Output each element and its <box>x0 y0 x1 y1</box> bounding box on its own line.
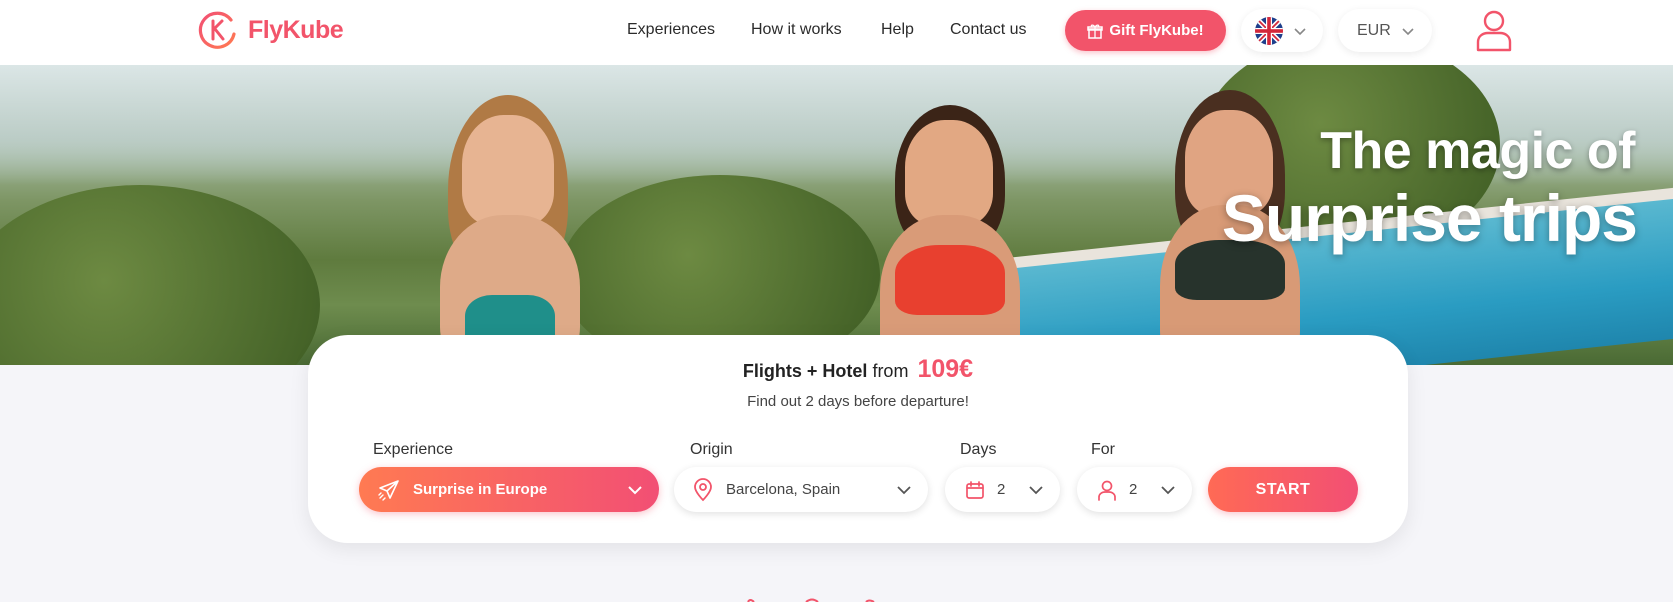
gift-flykube-button[interactable]: Gift FlyKube! <box>1065 10 1226 51</box>
experience-label: Experience <box>373 441 454 458</box>
nav-help[interactable]: Help <box>881 21 914 39</box>
promo-subtitle: Find out 2 days before departure! <box>747 393 969 410</box>
nav-contact-us[interactable]: Contact us <box>950 21 1026 39</box>
next-section-heading-fragment <box>747 598 875 602</box>
uk-flag-icon <box>1255 16 1283 45</box>
chevron-down-icon <box>1402 27 1414 35</box>
days-select[interactable]: 2 <box>945 467 1060 512</box>
promo-price: 109€ <box>917 355 974 383</box>
plane-icon <box>378 479 399 501</box>
travelers-value: 2 <box>1129 481 1138 498</box>
currency-label: EUR <box>1357 21 1391 39</box>
person-icon <box>1098 480 1116 501</box>
start-button[interactable]: START <box>1208 467 1358 512</box>
origin-value: Barcelona, Spain <box>726 481 841 498</box>
gift-icon <box>1087 23 1104 39</box>
origin-select[interactable]: Barcelona, Spain <box>674 467 928 512</box>
for-label: For <box>1091 441 1115 458</box>
nav-experiences[interactable]: Experiences <box>627 21 715 39</box>
flykube-logo-icon <box>198 11 236 49</box>
language-selector[interactable] <box>1241 9 1323 52</box>
origin-label: Origin <box>690 441 733 458</box>
chevron-down-icon <box>1029 486 1043 495</box>
promo-headline: Flights + Hotel from 109€ <box>308 355 1408 384</box>
hero-title-line2: Surprise trips <box>1221 181 1638 255</box>
brand-name: FlyKube <box>248 15 344 44</box>
chevron-down-icon <box>628 486 642 495</box>
hero-banner: The magic of Surprise trips <box>0 65 1673 365</box>
calendar-icon <box>966 480 984 499</box>
flykube-logo[interactable]: FlyKube <box>198 10 344 50</box>
days-label: Days <box>960 441 997 458</box>
promo-from: from <box>872 361 909 381</box>
days-value: 2 <box>997 481 1006 498</box>
chevron-down-icon <box>1294 27 1306 35</box>
top-navigation-bar: FlyKube Experiences How it works Help Co… <box>0 0 1673 65</box>
chevron-down-icon <box>897 486 911 495</box>
gift-button-label: Gift FlyKube! <box>1109 22 1204 39</box>
travelers-select[interactable]: 2 <box>1077 467 1192 512</box>
location-pin-icon <box>694 477 712 501</box>
trip-search-card: Flights + Hotel from 109€ Find out 2 day… <box>308 335 1408 543</box>
currency-selector[interactable]: EUR <box>1338 9 1432 52</box>
hero-person <box>905 120 993 225</box>
experience-select[interactable]: Surprise in Europe <box>359 467 659 512</box>
chevron-down-icon <box>1161 486 1175 495</box>
experience-value: Surprise in Europe <box>413 481 548 498</box>
hero-person <box>895 245 1005 315</box>
nav-how-it-works[interactable]: How it works <box>751 21 842 39</box>
hero-person <box>462 115 554 225</box>
promo-bold: Flights + Hotel <box>742 361 868 381</box>
user-account-icon[interactable] <box>1474 8 1514 52</box>
hero-title-line1: The magic of <box>1320 122 1635 180</box>
hero-foliage <box>0 185 320 365</box>
